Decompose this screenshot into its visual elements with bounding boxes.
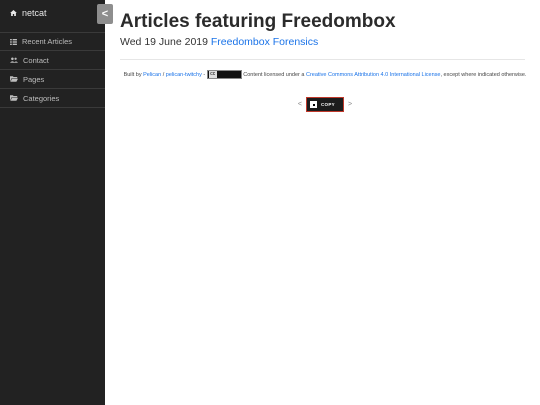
list-icon xyxy=(10,38,17,45)
copy-icon xyxy=(310,101,317,108)
folder-open-icon xyxy=(10,76,18,82)
sidebar-nav: Recent Articles Contact Pages Categories xyxy=(0,32,105,108)
sidebar-item-pages[interactable]: Pages xyxy=(0,70,105,89)
theme-link[interactable]: pelican-twitchy xyxy=(166,72,202,78)
users-icon xyxy=(10,57,18,63)
sidebar-item-recent-articles[interactable]: Recent Articles xyxy=(0,32,105,51)
article-date: Wed 19 June 2019 xyxy=(120,36,208,48)
sidebar-item-label: Recent Articles xyxy=(22,37,73,46)
category-link[interactable]: Freedombox Forensics xyxy=(211,36,318,48)
sidebar-item-label: Pages xyxy=(23,74,45,84)
page-subtitle: Wed 19 June 2019 Freedombox Forensics xyxy=(120,36,530,48)
brand-label: netcat xyxy=(22,8,47,18)
chevron-left-icon: < xyxy=(101,8,109,20)
home-icon xyxy=(10,10,17,16)
divider xyxy=(120,59,525,60)
sidebar-item-categories[interactable]: Categories xyxy=(0,89,105,108)
brand[interactable]: netcat xyxy=(10,8,47,18)
page-title: Articles featuring Freedombox xyxy=(120,11,396,32)
copy-badge[interactable]: COPY xyxy=(306,97,344,112)
footer: Built by Pelican / pelican-twitchy - cc … xyxy=(120,69,530,81)
footer-license-pre: Content licensed under a xyxy=(243,72,306,78)
license-link[interactable]: Creative Commons Attribution 4.0 Interna… xyxy=(306,72,441,78)
pelican-link[interactable]: Pelican xyxy=(143,72,161,78)
pager: < COPY > xyxy=(120,97,530,112)
pager-prev-link[interactable]: < xyxy=(298,101,302,108)
pager-next-link[interactable]: > xyxy=(348,101,352,108)
sidebar-item-label: Contact xyxy=(23,55,49,65)
cc-license-badge[interactable]: cc xyxy=(206,70,242,80)
main-content: Articles featuring Freedombox Wed 19 Jun… xyxy=(120,10,530,48)
footer-license-post: , except where indicated otherwise. xyxy=(440,72,527,78)
sidebar: netcat Recent Articles Contact Pages Cat… xyxy=(0,0,105,405)
folder-open-icon xyxy=(10,95,18,101)
sidebar-item-label: Categories xyxy=(23,93,60,103)
cc-icon: cc xyxy=(208,71,217,79)
copy-badge-label: COPY xyxy=(321,102,335,107)
sidebar-toggle-button[interactable]: < xyxy=(97,4,113,24)
sidebar-item-contact[interactable]: Contact xyxy=(0,51,105,70)
footer-built-by: Built by xyxy=(123,72,142,78)
